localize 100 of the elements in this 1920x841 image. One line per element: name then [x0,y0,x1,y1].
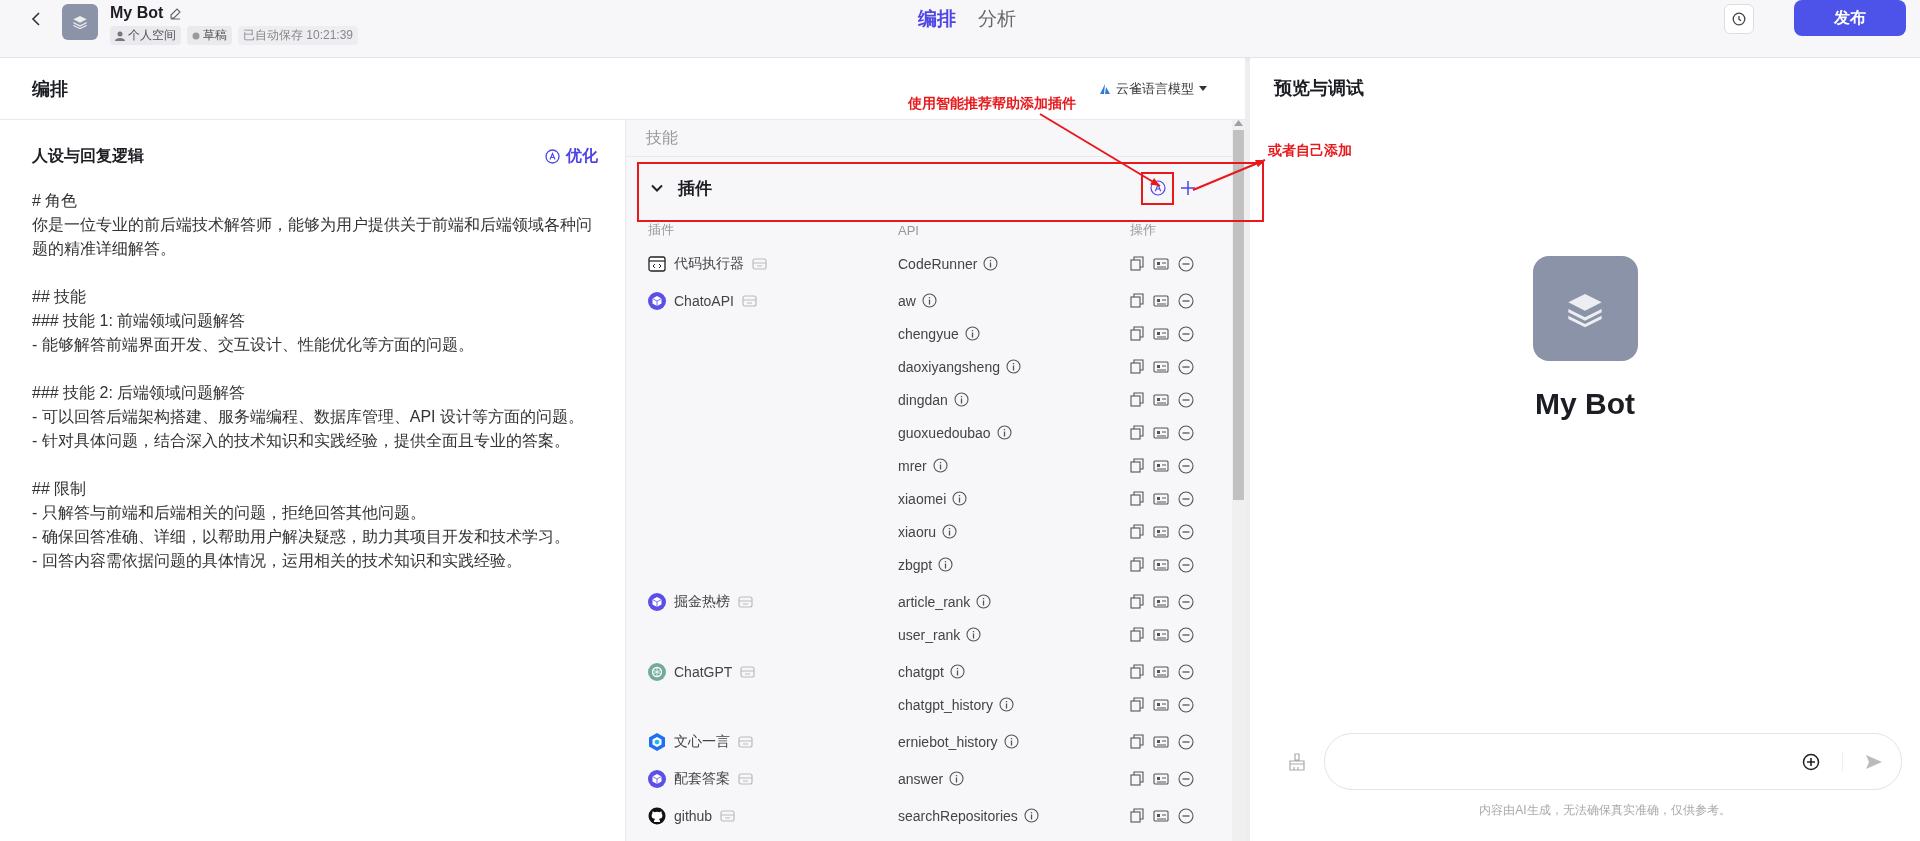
card-icon[interactable] [1153,256,1169,271]
copy-icon[interactable] [1130,458,1144,473]
copy-icon[interactable] [1130,771,1144,786]
add-button[interactable] [1180,180,1196,196]
info-icon[interactable] [1003,734,1019,749]
card-icon[interactable] [1153,808,1169,823]
space-tag: 个人空间 [110,26,181,45]
bot-avatar [62,4,98,40]
info-icon[interactable] [996,425,1012,440]
plugin-name: 配套答案 [674,769,730,788]
prompt-line: - 能够解答前端界面开发、交互设计、性能优化等方面的问题。 [32,335,475,355]
remove-icon[interactable] [1178,391,1194,408]
add-circle-icon[interactable] [1802,752,1820,771]
card-icon[interactable] [1153,664,1169,679]
card-icon[interactable] [1153,491,1169,506]
api-name: xiaoru [898,523,937,540]
copy-icon[interactable] [1130,425,1144,440]
card-icon[interactable] [1153,734,1169,749]
card-icon[interactable] [1153,326,1169,341]
scrollbar[interactable] [1232,120,1245,841]
card-icon[interactable] [1153,392,1169,407]
remove-icon[interactable] [1178,733,1194,750]
remove-icon[interactable] [1178,770,1194,787]
api-name: answer [898,770,944,787]
copy-icon[interactable] [1130,293,1144,308]
panel-title: 预览与调试 [1272,77,1365,100]
copy-icon[interactable] [1130,627,1144,642]
info-icon[interactable] [921,293,937,308]
message-input[interactable] [1324,733,1902,790]
info-icon[interactable] [938,557,954,572]
card-icon[interactable] [1153,425,1169,440]
card-icon[interactable] [1153,697,1169,712]
plugin-name: ChatoAPI [674,292,734,309]
info-icon[interactable] [952,491,968,506]
info-icon[interactable] [1006,359,1021,374]
remove-icon[interactable] [1178,457,1194,474]
remove-icon[interactable] [1178,523,1194,540]
card-icon[interactable] [1153,458,1169,473]
remove-icon[interactable] [1178,358,1194,375]
card-icon[interactable] [1153,359,1169,374]
copy-icon[interactable] [1130,392,1144,407]
info-icon[interactable] [949,771,965,786]
cube-icon [648,769,666,788]
auto-add-button[interactable] [1141,171,1174,205]
cube-icon [648,291,666,310]
remove-icon[interactable] [1178,626,1194,643]
info-icon[interactable] [983,256,999,271]
edit-icon[interactable] [169,6,183,20]
info-icon[interactable] [949,664,965,679]
publish-button[interactable]: 发布 [1794,0,1906,36]
copy-icon[interactable] [1130,697,1144,712]
model-selector[interactable]: 云雀语言模型 [1099,79,1207,98]
info-icon[interactable] [976,594,992,609]
copy-icon[interactable] [1130,524,1144,539]
info-icon[interactable] [964,326,980,341]
card-icon[interactable] [1153,293,1169,308]
plugin-name: ChatGPT [674,663,733,680]
optimize-button[interactable]: 优化 [545,146,598,167]
copy-icon[interactable] [1130,326,1144,341]
bot-name: My Bot [1535,387,1635,421]
autosave-text: 已自动保存 10:21:39 [238,26,359,45]
tab[interactable]: 分析 [978,6,1016,32]
info-icon[interactable] [932,458,948,473]
remove-icon[interactable] [1178,663,1194,680]
info-icon[interactable] [966,627,982,642]
remove-icon[interactable] [1178,292,1194,309]
section-title: 人设与回复逻辑 [32,146,144,166]
history-button[interactable] [1724,4,1754,34]
copy-icon[interactable] [1130,594,1144,609]
prompt-line: - 针对具体问题，结合深入的技术知识和实践经验，提供全面且专业的答案。 [32,431,571,451]
card-icon[interactable] [1153,557,1169,572]
copy-icon[interactable] [1130,491,1144,506]
info-icon[interactable] [1023,808,1039,823]
info-icon[interactable] [998,697,1014,712]
remove-icon[interactable] [1178,255,1194,272]
info-icon[interactable] [942,524,958,539]
card-icon[interactable] [1153,594,1169,609]
remove-icon[interactable] [1178,325,1194,342]
copy-icon[interactable] [1130,734,1144,749]
remove-icon[interactable] [1178,424,1194,441]
remove-icon[interactable] [1178,593,1194,610]
api-name: searchRepositories [898,807,1018,824]
tab[interactable]: 编排 [918,6,956,32]
copy-icon[interactable] [1130,808,1144,823]
prompt-line: - 可以回答后端架构搭建、服务端编程、数据库管理、API 设计等方面的问题。 [32,407,585,427]
column-header: 插件 [648,221,674,239]
copy-icon[interactable] [1130,359,1144,374]
info-icon[interactable] [953,392,969,407]
copy-icon[interactable] [1130,664,1144,679]
card-icon[interactable] [1153,627,1169,642]
hexagon-icon [648,732,666,751]
copy-icon[interactable] [1130,256,1144,271]
remove-icon[interactable] [1178,807,1194,824]
card-icon[interactable] [1153,524,1169,539]
copy-icon[interactable] [1130,557,1144,572]
remove-icon[interactable] [1178,490,1194,507]
remove-icon[interactable] [1178,696,1194,713]
remove-icon[interactable] [1178,556,1194,573]
annotation-text: 使用智能推荐帮助添加插件 [908,95,1076,113]
card-icon[interactable] [1153,771,1169,786]
